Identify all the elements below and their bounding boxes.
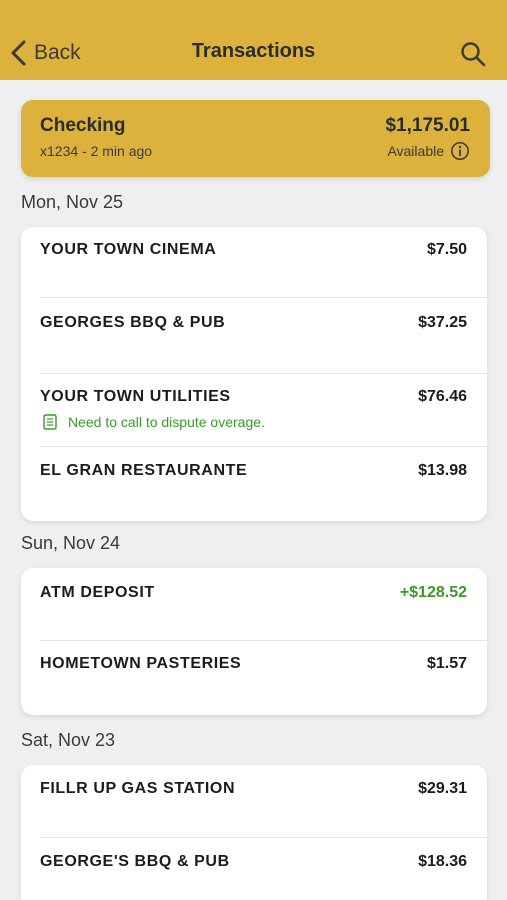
transaction-amount: +$128.52: [399, 584, 467, 601]
transaction-row[interactable]: GEORGES BBQ & PUB $37.25: [21, 314, 487, 374]
navigation-bar: Back Transactions: [0, 0, 507, 80]
transaction-amount: $13.98: [418, 462, 467, 479]
account-summary-card[interactable]: Checking x1234 - 2 min ago $1,175.01 Ava…: [21, 100, 490, 177]
transaction-note: Need to call to dispute overage.: [43, 414, 265, 430]
account-balance: $1,175.01: [385, 115, 470, 136]
date-header: Mon, Nov 25: [21, 192, 124, 212]
account-name: Checking: [40, 115, 126, 136]
transaction-amount: $29.31: [418, 780, 467, 797]
transaction-amount: $37.25: [418, 314, 467, 331]
available-indicator: Available: [387, 141, 470, 161]
transaction-row[interactable]: GEORGE'S BBQ & PUB $18.36: [21, 853, 487, 900]
transaction-amount: $18.36: [418, 853, 467, 870]
row-divider: [40, 446, 487, 447]
row-divider: [40, 297, 487, 298]
transaction-amount: $76.46: [418, 388, 467, 405]
transaction-amount: $1.57: [426, 655, 467, 672]
info-icon[interactable]: [450, 141, 470, 161]
transaction-row[interactable]: ATM DEPOSIT +$128.52: [21, 584, 487, 640]
merchant-name: FILLR UP GAS STATION: [40, 780, 236, 797]
transaction-row[interactable]: YOUR TOWN UTILITIES $76.46 Need to call …: [21, 388, 487, 448]
merchant-name: GEORGE'S BBQ & PUB: [40, 853, 230, 870]
merchant-name: EL GRAN RESTAURANTE: [40, 462, 248, 479]
search-icon[interactable]: [458, 39, 488, 69]
row-divider: [40, 837, 487, 838]
merchant-name: ATM DEPOSIT: [40, 584, 155, 601]
account-subtitle: x1234 - 2 min ago: [40, 143, 153, 159]
date-header: Sat, Nov 23: [21, 730, 116, 750]
merchant-name: GEORGES BBQ & PUB: [40, 314, 226, 331]
date-header: Sun, Nov 24: [21, 533, 121, 553]
merchant-name: YOUR TOWN UTILITIES: [40, 388, 231, 405]
row-divider: [40, 373, 487, 374]
row-divider: [40, 640, 487, 641]
note-icon: [43, 414, 57, 430]
transaction-group: FILLR UP GAS STATION $29.31 GEORGE'S BBQ…: [21, 765, 487, 900]
transaction-group: YOUR TOWN CINEMA $7.50 GEORGES BBQ & PUB…: [21, 227, 487, 521]
merchant-name: YOUR TOWN CINEMA: [40, 241, 217, 258]
page-title: Transactions: [191, 40, 316, 62]
note-text: Need to call to dispute overage.: [68, 414, 265, 430]
merchant-name: HOMETOWN PASTERIES: [40, 655, 242, 672]
transaction-row[interactable]: HOMETOWN PASTERIES $1.57: [21, 655, 487, 711]
transaction-row[interactable]: YOUR TOWN CINEMA $7.50: [21, 241, 487, 301]
transaction-group: ATM DEPOSIT +$128.52 HOMETOWN PASTERIES …: [21, 568, 487, 715]
transaction-amount: $7.50: [426, 241, 467, 258]
available-label: Available: [387, 143, 444, 159]
transaction-row[interactable]: FILLR UP GAS STATION $29.31: [21, 780, 487, 838]
transaction-row[interactable]: EL GRAN RESTAURANTE $13.98: [21, 462, 487, 517]
